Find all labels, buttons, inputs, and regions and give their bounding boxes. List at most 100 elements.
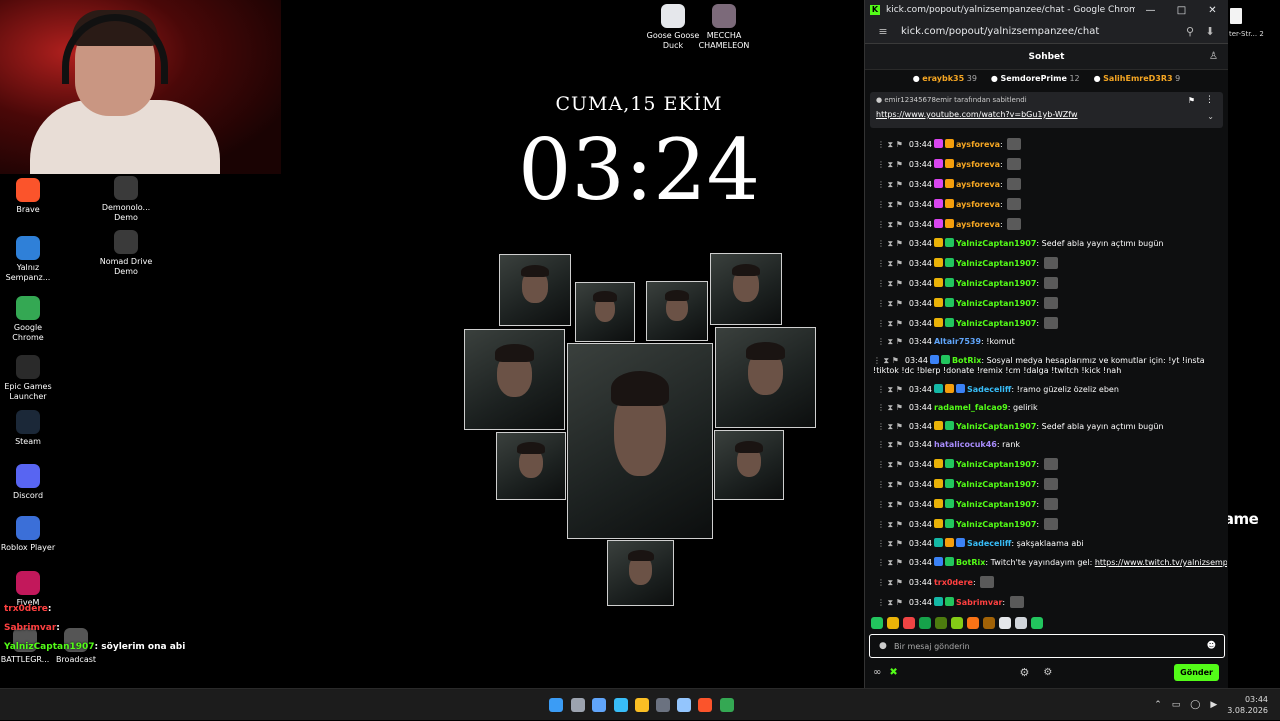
chat-message[interactable]: ⋮ ⧗ ⚑ 03:44 YalnizCaptan1907: — [865, 514, 1227, 534]
chat-message[interactable]: ⋮ ⧗ ⚑03:44YalnizCaptan1907: söylerim ona… — [865, 612, 1227, 614]
moderation-icons[interactable]: ⋮ ⧗ ⚑ — [877, 460, 903, 469]
message-username[interactable]: YalnizCaptan1907 — [956, 460, 1036, 469]
moderation-icons[interactable]: ⋮ ⧗ ⚑ — [877, 279, 903, 288]
chat-message[interactable]: ⋮ ⧗ ⚑ 03:44 BotRix: Sosyal medya hesapları… — [865, 351, 1227, 380]
message-username[interactable]: hatalicocuk46 — [934, 440, 997, 449]
url-text[interactable]: kick.com/popout/yalnizsempanzee/chat — [901, 26, 1180, 37]
leaderboard-entry[interactable]: ● SemdorePrime 12 — [991, 74, 1080, 83]
monitor-icon[interactable]: ▭ — [1172, 700, 1181, 710]
pin-icon[interactable]: ⚑ — [1188, 96, 1195, 105]
moderation-icons[interactable]: ⋮ ⧗ ⚑ — [877, 578, 903, 587]
chat-message[interactable]: ⋮ ⧗ ⚑ 03:44 BotRix: Twitch'te yayındayım g… — [865, 553, 1227, 572]
chat-message[interactable]: ⋮ ⧗ ⚑ 03:44 Altair7539: !komut — [865, 333, 1227, 351]
kick-icon[interactable]: ✖ — [889, 667, 897, 678]
message-username[interactable]: aysforeva — [956, 220, 1000, 229]
moderation-icons[interactable]: ⋮ ⧗ ⚑ — [877, 200, 903, 209]
message-username[interactable]: aysforeva — [956, 200, 1000, 209]
moderation-icons[interactable]: ⋮ ⧗ ⚑ — [877, 180, 903, 189]
moderation-icons[interactable]: ⋮ ⧗ ⚑ — [877, 299, 903, 308]
window-titlebar[interactable]: K kick.com/popout/yalnizsempanzee/chat -… — [865, 0, 1228, 20]
message-username[interactable]: aysforeva — [956, 180, 1000, 189]
message-username[interactable]: YalnizCaptan1907 — [956, 480, 1036, 489]
moderation-icons[interactable]: ⋮ ⧗ ⚑ — [873, 356, 899, 365]
download-icon[interactable]: ⬇ — [1200, 25, 1220, 38]
message-username[interactable]: Sadeceliff — [967, 385, 1011, 394]
quick-emote-icon[interactable] — [999, 617, 1011, 629]
desktop-icon[interactable]: Steam — [0, 410, 58, 447]
message-link[interactable]: https://www.twitch.tv/yalnizsempanzee — [1095, 558, 1227, 567]
users-link-icon[interactable]: ∞ — [873, 667, 881, 678]
chat-message[interactable]: ⋮ ⧗ ⚑ 03:44 YalnizCaptan1907: — [865, 454, 1227, 474]
message-username[interactable]: YalnizCaptan1907 — [956, 319, 1036, 328]
quick-emote-icon[interactable] — [983, 617, 995, 629]
chat-message[interactable]: ⋮ ⧗ ⚑ 03:44 Sadeceliff: şakşaklaama abi — [865, 534, 1227, 553]
more-options-icon[interactable]: ⋮ — [1205, 95, 1214, 105]
desktop-icon[interactable]: MECCHA CHAMELEON — [694, 4, 754, 51]
message-username[interactable]: trx0dere — [934, 578, 973, 587]
chevron-down-icon[interactable]: ⌄ — [1207, 112, 1214, 121]
leaderboard-entry[interactable]: ● eraybk35 39 — [913, 74, 977, 83]
brave-icon[interactable] — [698, 698, 712, 712]
desktop-icon[interactable]: Demonolo... Demo — [96, 176, 156, 223]
moderation-icons[interactable]: ⋮ ⧗ ⚑ — [877, 385, 903, 394]
users-icon[interactable]: ♙ — [1209, 51, 1218, 62]
chat-message[interactable]: ⋮ ⧗ ⚑ 03:44 YalnizCaptan1907: Sedef abla y… — [865, 417, 1227, 436]
moderation-icons[interactable]: ⋮ ⧗ ⚑ — [877, 520, 903, 529]
chat-message[interactable]: ⋮ ⧗ ⚑ 03:44 radamel_falcao9: gelirik — [865, 399, 1227, 417]
chat-message[interactable]: ⋮ ⧗ ⚑ 03:44 YalnizCaptan1907: Sedef abla y… — [865, 234, 1227, 253]
quick-emote-icon[interactable] — [871, 617, 883, 629]
message-input[interactable]: ● Bir mesaj gönderin ☻ — [869, 634, 1225, 658]
chat-message[interactable]: ⋮ ⧗ ⚑ 03:44 aysforeva: — [865, 134, 1227, 154]
chat-message[interactable]: ⋮ ⧗ ⚑ 03:44 Sabrimvar: — [865, 592, 1227, 612]
quick-emote-icon[interactable] — [935, 617, 947, 629]
message-username[interactable]: BotRix — [956, 558, 985, 567]
desktop-icon[interactable]: Nomad Drive Demo — [96, 230, 156, 277]
taskbar-clock[interactable]: 03:44 3.08.2026 — [1227, 694, 1268, 716]
moderation-icons[interactable]: ⋮ ⧗ ⚑ — [877, 259, 903, 268]
close-icon[interactable]: ✕ — [1197, 5, 1228, 16]
desktop-file-icon[interactable] — [1230, 8, 1242, 24]
pinned-message[interactable]: ● emir12345678emir tarafından sabitlendi… — [870, 92, 1223, 128]
desktop-icon[interactable]: Epic Games Launcher — [0, 355, 58, 402]
message-username[interactable]: BotRix — [952, 356, 981, 365]
moderation-icons[interactable]: ⋮ ⧗ ⚑ — [877, 403, 903, 412]
message-username[interactable]: Sabrimvar — [956, 598, 1002, 607]
message-username[interactable]: Sadeceliff — [967, 539, 1011, 548]
address-bar[interactable]: ≡ kick.com/popout/yalnizsempanzee/chat ⚲… — [865, 20, 1228, 44]
chevron-up-icon[interactable]: ⌃ — [1154, 700, 1162, 710]
site-info-icon[interactable]: ≡ — [873, 25, 893, 38]
emoji-icon[interactable]: ☻ — [1207, 641, 1216, 651]
chat-message[interactable]: ⋮ ⧗ ⚑ 03:44 aysforeva: — [865, 194, 1227, 214]
windows-start-icon[interactable] — [549, 698, 563, 712]
chat-message[interactable]: ⋮ ⧗ ⚑ 03:44 trx0dere: — [865, 572, 1227, 592]
desktop-icon[interactable]: Roblox Player — [0, 516, 58, 553]
moderation-icons[interactable]: ⋮ ⧗ ⚑ — [877, 598, 903, 607]
moderation-icons[interactable]: ⋮ ⧗ ⚑ — [877, 539, 903, 548]
chrome-icon[interactable] — [720, 698, 734, 712]
microphone-icon[interactable]: ◯ — [1190, 700, 1200, 710]
message-username[interactable]: YalnizCaptan1907 — [956, 239, 1036, 248]
quick-emote-icon[interactable] — [903, 617, 915, 629]
chat-message[interactable]: ⋮ ⧗ ⚑ 03:44 YalnizCaptan1907: — [865, 273, 1227, 293]
desktop-icon[interactable]: FiveM — [0, 571, 58, 608]
quick-emote-icon[interactable] — [967, 617, 979, 629]
moderation-icons[interactable]: ⋮ ⧗ ⚑ — [877, 140, 903, 149]
chat-message[interactable]: ⋮ ⧗ ⚑ 03:44 YalnizCaptan1907: — [865, 313, 1227, 333]
multitask-icon[interactable] — [592, 698, 606, 712]
message-username[interactable]: YalnizCaptan1907 — [956, 520, 1036, 529]
send-button[interactable]: Gönder — [1174, 663, 1219, 681]
message-username[interactable]: aysforeva — [956, 140, 1000, 149]
moderation-icons[interactable]: ⋮ ⧗ ⚑ — [877, 558, 903, 567]
zoom-icon[interactable]: ⚲ — [1180, 25, 1200, 38]
moderation-icons[interactable]: ⋮ ⧗ ⚑ — [877, 239, 903, 248]
minimize-icon[interactable]: — — [1135, 5, 1166, 16]
message-username[interactable]: YalnizCaptan1907 — [956, 279, 1036, 288]
message-username[interactable]: radamel_falcao9 — [934, 403, 1008, 412]
chat-message[interactable]: ⋮ ⧗ ⚑ 03:44 YalnizCaptan1907: — [865, 474, 1227, 494]
moderation-icons[interactable]: ⋮ ⧗ ⚑ — [877, 337, 903, 346]
leaderboard-entry[interactable]: ● SalihEmreD3R3 9 — [1094, 74, 1181, 83]
quick-emote-icon[interactable] — [1015, 617, 1027, 629]
desktop-icon[interactable]: Google Chrome — [0, 296, 58, 343]
message-username[interactable]: YalnizCaptan1907 — [956, 259, 1036, 268]
chat-message[interactable]: ⋮ ⧗ ⚑ 03:44 aysforeva: — [865, 154, 1227, 174]
